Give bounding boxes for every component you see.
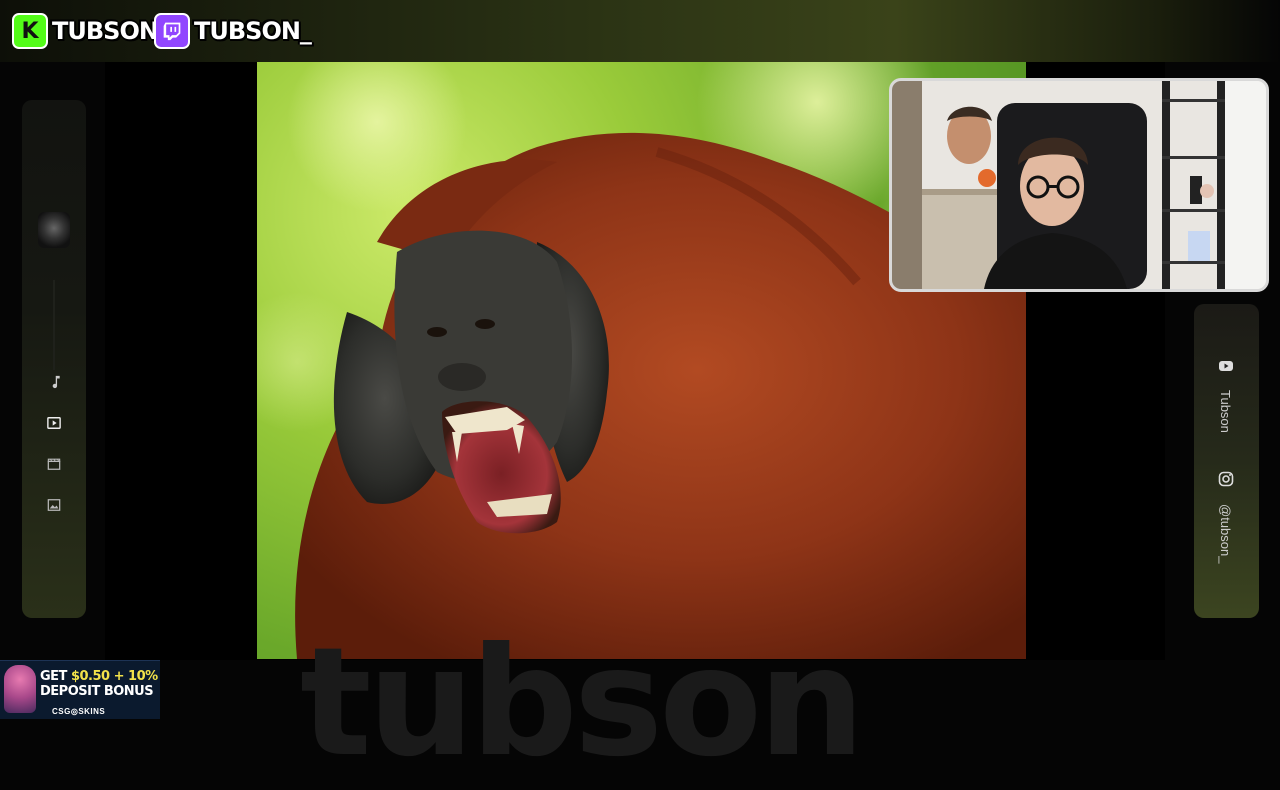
right-social-panel: Tubson @tubson_ bbox=[1194, 304, 1259, 618]
sponsor-ad-banner[interactable]: GET $0.50 + 10% DEPOSIT BONUS CSG◎SKINS bbox=[0, 660, 160, 719]
play-box-icon[interactable] bbox=[44, 413, 64, 433]
twitch-handle: TUBSON_ bbox=[194, 17, 312, 45]
kick-handle: TUBSON bbox=[52, 17, 159, 45]
instagram-icon[interactable] bbox=[1216, 469, 1236, 489]
youtube-label[interactable]: Tubson bbox=[1218, 390, 1233, 433]
top-bar: K TUBSON TUBSON_ bbox=[0, 0, 1280, 62]
left-nav-panel bbox=[22, 100, 86, 618]
image-icon[interactable] bbox=[44, 495, 64, 515]
music-note-icon[interactable] bbox=[44, 372, 64, 392]
twitch-logo-icon bbox=[154, 13, 190, 49]
youtube-icon[interactable] bbox=[1216, 356, 1236, 376]
channel-watermark: tubson bbox=[300, 616, 865, 790]
channel-logo-icon bbox=[38, 212, 70, 248]
ad-brand: CSG◎SKINS bbox=[52, 707, 106, 716]
webcam-overlay bbox=[889, 78, 1269, 292]
instagram-label[interactable]: @tubson_ bbox=[1218, 504, 1233, 563]
panel-divider bbox=[53, 280, 55, 370]
ad-mascot-icon bbox=[4, 665, 36, 713]
kick-logo-icon: K bbox=[12, 13, 48, 49]
kick-tag: K TUBSON bbox=[12, 13, 159, 49]
webcam-feed bbox=[892, 81, 1266, 289]
twitch-tag: TUBSON_ bbox=[154, 13, 312, 49]
clapper-icon[interactable] bbox=[44, 454, 64, 474]
ad-headline: GET $0.50 + 10% bbox=[40, 669, 158, 684]
ad-subheadline: DEPOSIT BONUS bbox=[40, 684, 154, 699]
